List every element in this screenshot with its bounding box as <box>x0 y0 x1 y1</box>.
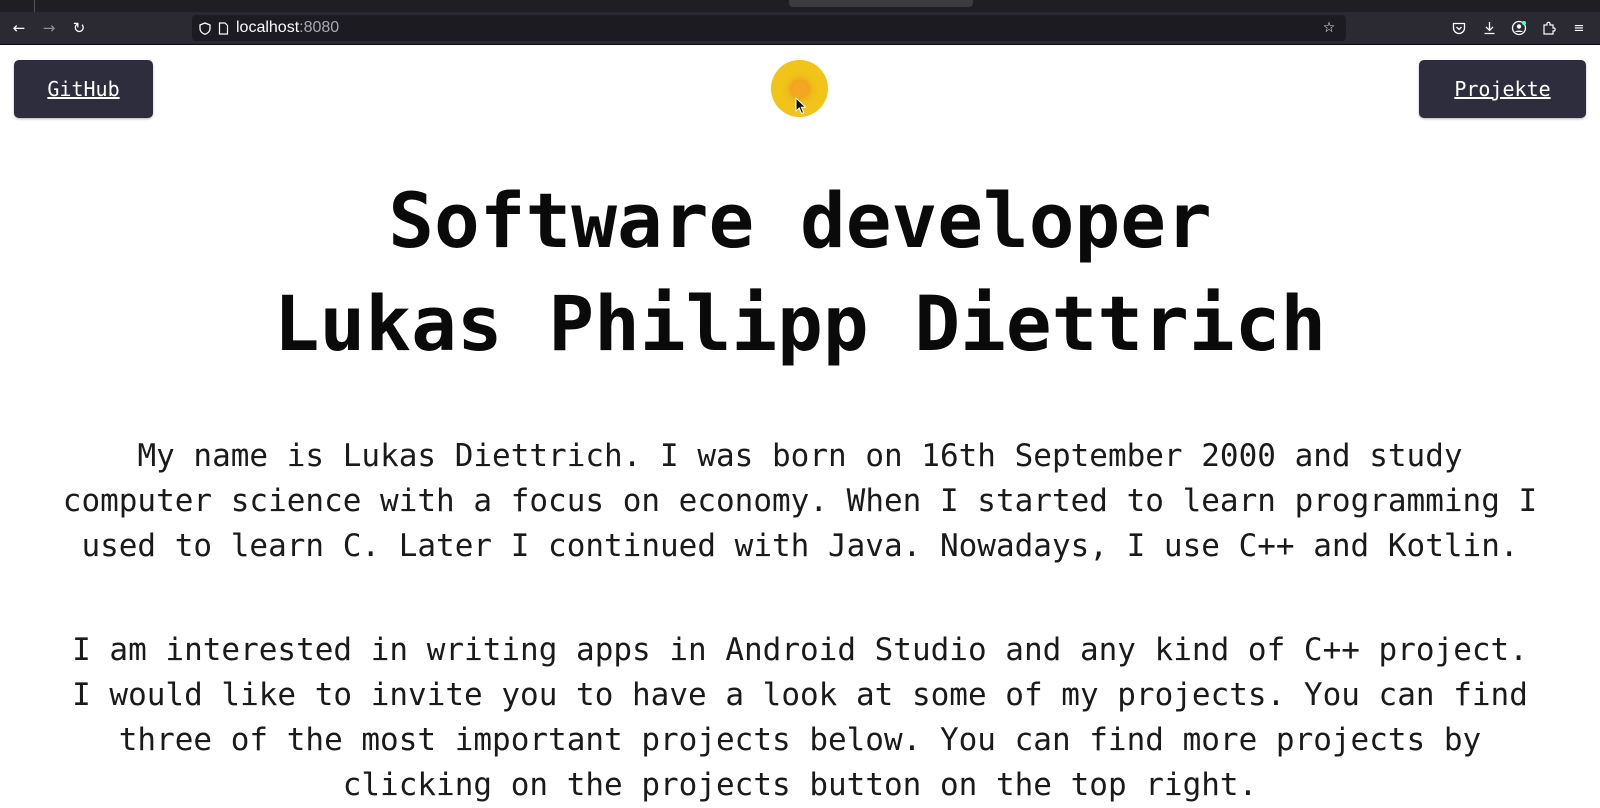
url-port: :8080 <box>299 19 340 36</box>
url-bar[interactable]: localhost:8080 ☆ <box>192 15 1346 41</box>
page-icon[interactable] <box>214 19 232 37</box>
pocket-icon[interactable] <box>1448 17 1470 39</box>
about-paragraph-1: My name is Lukas Diettrich. I was born o… <box>62 438 1538 564</box>
title-line-1: Software developer <box>388 176 1212 265</box>
sun-icon <box>791 80 808 97</box>
hamburger-menu-icon[interactable]: ≡ <box>1568 17 1590 39</box>
title-line-2: Lukas Philipp Diettrich <box>273 279 1327 368</box>
browser-navbar: ← → ↻ localhost:8080 ☆ ≡ <box>0 12 1600 45</box>
page-content: GitHub Projekte Software developer Lukas… <box>0 45 1600 803</box>
browser-tab-strip <box>0 0 1600 12</box>
back-arrow-icon[interactable]: ← <box>7 16 31 40</box>
mouse-cursor-icon <box>795 97 807 115</box>
github-button[interactable]: GitHub <box>14 60 153 118</box>
projects-button[interactable]: Projekte <box>1419 60 1586 118</box>
url-text[interactable]: localhost:8080 <box>236 19 339 37</box>
download-icon[interactable] <box>1478 17 1500 39</box>
url-host: localhost <box>236 19 300 36</box>
forward-arrow-icon[interactable]: → <box>37 16 61 40</box>
extensions-icon[interactable] <box>1538 17 1560 39</box>
tab-separator <box>34 0 35 12</box>
star-icon[interactable]: ☆ <box>1320 19 1338 37</box>
active-tab[interactable] <box>789 0 973 7</box>
about-paragraph-2: I am interested in writing apps in Andro… <box>72 632 1528 803</box>
reload-icon[interactable]: ↻ <box>67 16 91 40</box>
shield-icon[interactable] <box>196 19 214 37</box>
page-title: Software developer Lukas Philipp Diettri… <box>0 169 1600 375</box>
account-icon[interactable] <box>1508 17 1530 39</box>
